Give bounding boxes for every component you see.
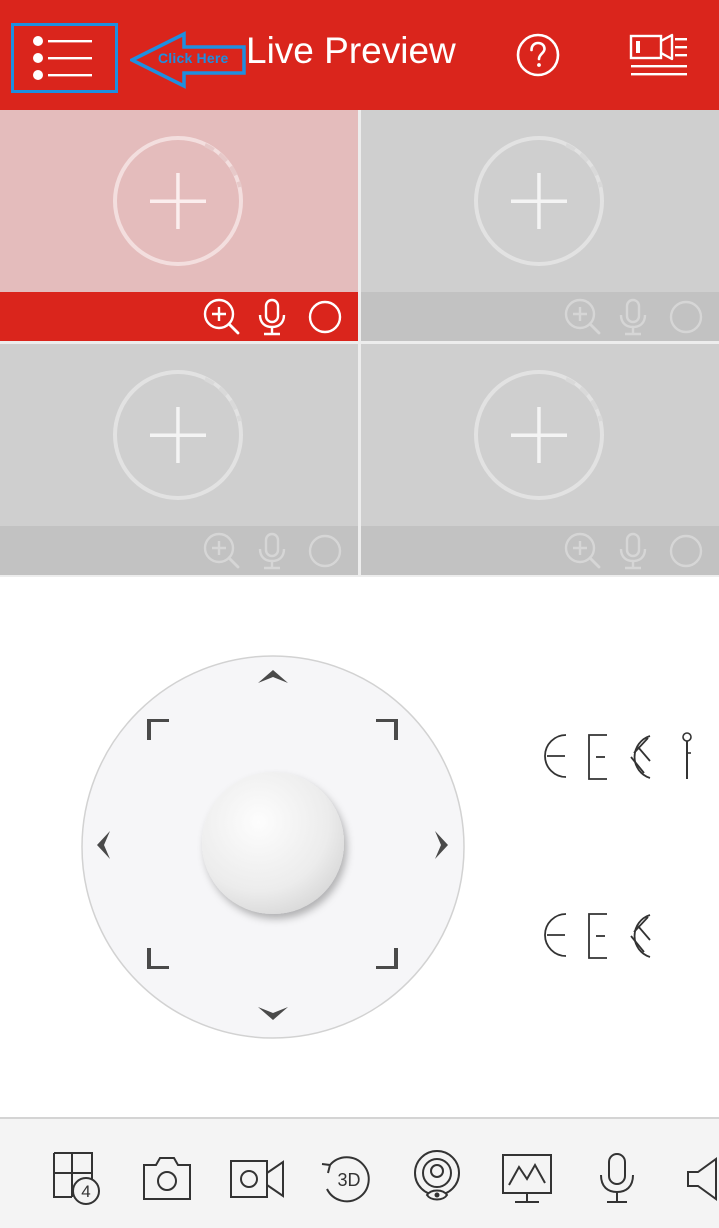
page-title: Live Preview (246, 30, 456, 71)
question-circle-icon[interactable] (515, 32, 561, 78)
camera-snapshot-icon[interactable] (137, 1149, 197, 1209)
monitor-chart-icon[interactable] (497, 1149, 557, 1209)
iris-icon[interactable] (628, 733, 652, 781)
menu-button[interactable] (11, 23, 118, 93)
zoom-in-icon[interactable] (203, 532, 241, 570)
zoom-icon[interactable] (543, 733, 569, 779)
speaker-icon[interactable] (674, 1149, 719, 1209)
iris-icon[interactable] (628, 912, 652, 960)
microphone-icon[interactable] (253, 298, 291, 336)
video-window-view[interactable] (0, 344, 358, 526)
video-record-icon[interactable] (227, 1149, 287, 1209)
video-window-2[interactable] (361, 110, 719, 341)
wiper-icon[interactable] (680, 731, 694, 781)
add-camera-icon[interactable] (473, 135, 605, 267)
add-camera-icon[interactable] (112, 369, 244, 501)
menu-list-icon (33, 36, 92, 80)
video-window-toolbar (0, 292, 358, 341)
video-window-view[interactable] (361, 344, 719, 526)
zoom-in-icon[interactable] (564, 298, 602, 336)
video-window-3[interactable] (0, 344, 358, 575)
video-window-4[interactable] (361, 344, 719, 575)
record-circle-icon[interactable] (306, 532, 344, 570)
zoom-in-icon[interactable] (564, 532, 602, 570)
video-window-1[interactable] (0, 110, 358, 341)
rotate-3d-label: 3D (337, 1170, 360, 1190)
zoom-in-icon[interactable] (203, 298, 241, 336)
zoom-icon[interactable] (543, 912, 569, 958)
video-list-icon[interactable] (628, 32, 688, 78)
video-window-toolbar (361, 292, 719, 341)
joystick-knob[interactable] (202, 772, 344, 914)
microphone-icon[interactable] (614, 298, 652, 336)
bottom-toolbar: 4 3D (0, 1117, 719, 1228)
video-window-view[interactable] (0, 110, 358, 292)
video-window-toolbar (0, 526, 358, 575)
record-circle-icon[interactable] (306, 298, 344, 336)
microphone-icon[interactable] (587, 1149, 647, 1209)
app-root: Click Here Live Preview 4 3D (0, 0, 719, 1228)
focus-icon[interactable] (586, 733, 610, 781)
record-circle-icon[interactable] (667, 298, 705, 336)
rotate-3d-icon[interactable]: 3D (316, 1149, 376, 1209)
microphone-icon[interactable] (253, 532, 291, 570)
video-window-view[interactable] (361, 110, 719, 292)
video-window-toolbar (361, 526, 719, 575)
video-grid (0, 110, 719, 577)
window-split-icon[interactable]: 4 (48, 1149, 108, 1209)
top-header: Click Here Live Preview (0, 0, 719, 110)
ptz-joystick[interactable] (80, 655, 467, 1040)
add-camera-icon[interactable] (473, 369, 605, 501)
record-circle-icon[interactable] (667, 532, 705, 570)
focus-icon[interactable] (586, 912, 610, 960)
fisheye-icon[interactable] (407, 1149, 467, 1209)
annotation-label: Click Here (158, 50, 229, 66)
microphone-icon[interactable] (614, 532, 652, 570)
add-camera-icon[interactable] (112, 135, 244, 267)
window-split-badge: 4 (81, 1182, 90, 1201)
